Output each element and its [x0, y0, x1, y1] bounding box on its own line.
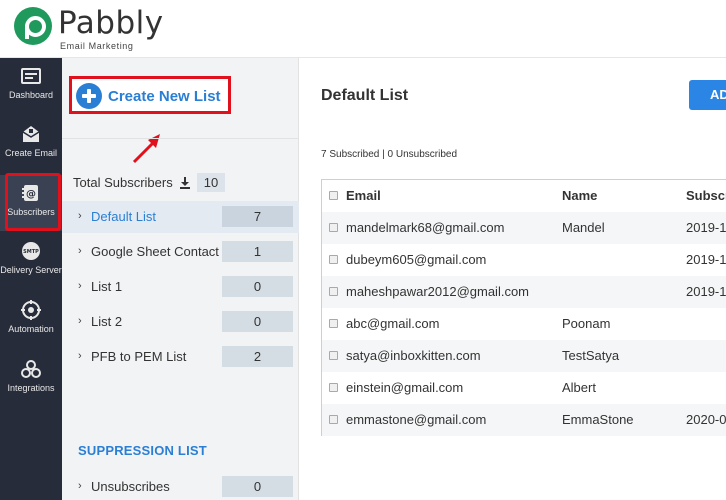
row-checkbox[interactable] — [329, 287, 338, 296]
column-header-email[interactable]: Email — [346, 188, 381, 203]
side-nav: Dashboard Create Email @ Subscribers SMT… — [0, 58, 62, 500]
create-email-icon — [22, 126, 40, 142]
nav-item-integrations[interactable]: Integrations — [0, 351, 62, 407]
nav-item-automation[interactable]: Automation — [0, 292, 62, 348]
row-email: satya@inboxkitten.com — [346, 348, 481, 363]
chevron-right-icon: › — [78, 280, 82, 292]
list-count: 7 — [222, 206, 293, 227]
row-checkbox[interactable] — [329, 223, 338, 232]
dashboard-icon — [21, 68, 41, 84]
row-name: Mandel — [562, 220, 605, 235]
column-header-subscribed[interactable]: Subscr — [686, 188, 726, 203]
table-row[interactable]: emmastone@gmail.com EmmaStone 2020-0 — [322, 404, 726, 436]
smtp-icon: SMTP — [22, 242, 40, 260]
list-name: List 1 — [91, 279, 123, 294]
pabbly-logo[interactable]: Pabbly Email Marketing — [14, 5, 174, 51]
nav-item-delivery-server[interactable]: SMTP Delivery Server — [0, 233, 62, 289]
row-name: EmmaStone — [562, 412, 634, 427]
column-header-name[interactable]: Name — [562, 188, 597, 203]
row-email: dubeym605@gmail.com — [346, 252, 487, 267]
download-icon[interactable] — [179, 176, 191, 189]
row-date: 2019-1 — [686, 284, 726, 299]
suppression-list-title: SUPPRESSION LIST — [78, 443, 207, 458]
list-count: 2 — [222, 346, 293, 367]
row-date: 2019-1 — [686, 220, 726, 235]
row-checkbox[interactable] — [329, 383, 338, 392]
list-panel: Create New List Total Subscribers 10 › D… — [62, 58, 299, 500]
page-title: Default List — [321, 87, 409, 104]
list-count: 0 — [222, 476, 293, 497]
nav-label: Automation — [8, 324, 54, 334]
list-item-list-1[interactable]: › List 1 0 — [62, 271, 299, 303]
list-name: Google Sheet Contact — [91, 244, 219, 259]
create-new-list-button[interactable]: Create New List — [76, 83, 221, 109]
row-checkbox[interactable] — [329, 319, 338, 328]
subscribers-table: Email Name Subscr mandelmark68@gmail.com… — [321, 179, 726, 436]
row-email: emmastone@gmail.com — [346, 412, 487, 427]
list-item-default-list[interactable]: › Default List 7 — [62, 201, 299, 233]
red-arrow-annotation — [132, 134, 160, 164]
row-date: 2020-0 — [686, 412, 726, 427]
nav-item-dashboard[interactable]: Dashboard — [0, 58, 62, 114]
table-row[interactable]: maheshpawar2012@gmail.com 2019-1 — [322, 276, 726, 308]
row-checkbox[interactable] — [329, 415, 338, 424]
subscribers-highlight-box — [5, 173, 61, 231]
list-count: 1 — [222, 241, 293, 262]
subscription-summary: 7 Subscribed | 0 Unsubscribed — [321, 149, 458, 160]
brand-tagline: Email Marketing — [60, 41, 134, 51]
row-checkbox[interactable] — [329, 255, 338, 264]
list-item-list-2[interactable]: › List 2 0 — [62, 306, 299, 338]
chevron-right-icon: › — [78, 315, 82, 327]
nav-label: Integrations — [7, 383, 55, 393]
row-date: 2019-1 — [686, 252, 726, 267]
divider — [62, 138, 299, 139]
row-name: TestSatya — [562, 348, 620, 363]
table-row[interactable]: satya@inboxkitten.com TestSatya — [322, 340, 726, 372]
row-checkbox[interactable] — [329, 351, 338, 360]
top-bar: Pabbly Email Marketing — [0, 0, 726, 58]
create-list-highlight-box: Create New List — [69, 76, 231, 114]
create-new-list-label: Create New List — [108, 87, 221, 105]
nav-label: Delivery Server — [0, 265, 62, 275]
nav-label: Dashboard — [8, 90, 54, 100]
total-subscribers-count: 10 — [196, 173, 226, 192]
pabbly-logo-icon — [14, 7, 52, 45]
list-item-pfb-to-pem-list[interactable]: › PFB to PEM List 2 — [62, 341, 299, 373]
add-subscriber-button[interactable]: AD — [689, 80, 726, 110]
row-email: abc@gmail.com — [346, 316, 440, 331]
plus-circle-icon — [76, 83, 102, 109]
svg-text:SMTP: SMTP — [23, 249, 39, 255]
list-count: 0 — [222, 311, 293, 332]
main-content: Default List AD 7 Subscribed | 0 Unsubsc… — [300, 58, 726, 500]
chevron-right-icon: › — [78, 245, 82, 257]
row-email: mandelmark68@gmail.com — [346, 220, 505, 235]
select-all-checkbox[interactable] — [329, 191, 338, 200]
list-name: Default List — [91, 209, 157, 224]
integrations-icon — [21, 360, 41, 378]
chevron-right-icon: › — [78, 480, 82, 492]
table-row[interactable]: dubeym605@gmail.com 2019-1 — [322, 244, 726, 276]
list-name: Unsubscribes — [91, 479, 170, 494]
table-row[interactable]: einstein@gmail.com Albert — [322, 372, 726, 404]
list-item-google-sheet-contact[interactable]: › Google Sheet Contact 1 — [62, 236, 299, 268]
chevron-right-icon: › — [78, 210, 82, 222]
chevron-right-icon: › — [78, 350, 82, 362]
row-name: Albert — [562, 380, 596, 395]
list-name: List 2 — [91, 314, 123, 329]
row-name: Poonam — [562, 316, 611, 331]
row-email: maheshpawar2012@gmail.com — [346, 284, 530, 299]
automation-icon — [21, 300, 41, 320]
list-item-unsubscribes[interactable]: › Unsubscribes 0 — [62, 471, 299, 500]
table-header: Email Name Subscr — [322, 180, 726, 212]
total-subscribers: Total Subscribers 10 — [73, 173, 226, 192]
nav-item-create-email[interactable]: Create Email — [0, 116, 62, 172]
total-subscribers-label: Total Subscribers — [73, 175, 173, 190]
brand-name: Pabbly — [58, 5, 164, 41]
list-count: 0 — [222, 276, 293, 297]
table-row[interactable]: abc@gmail.com Poonam — [322, 308, 726, 340]
row-email: einstein@gmail.com — [346, 380, 464, 395]
table-row[interactable]: mandelmark68@gmail.com Mandel 2019-1 — [322, 212, 726, 244]
list-name: PFB to PEM List — [91, 349, 187, 364]
nav-label: Create Email — [4, 148, 58, 158]
